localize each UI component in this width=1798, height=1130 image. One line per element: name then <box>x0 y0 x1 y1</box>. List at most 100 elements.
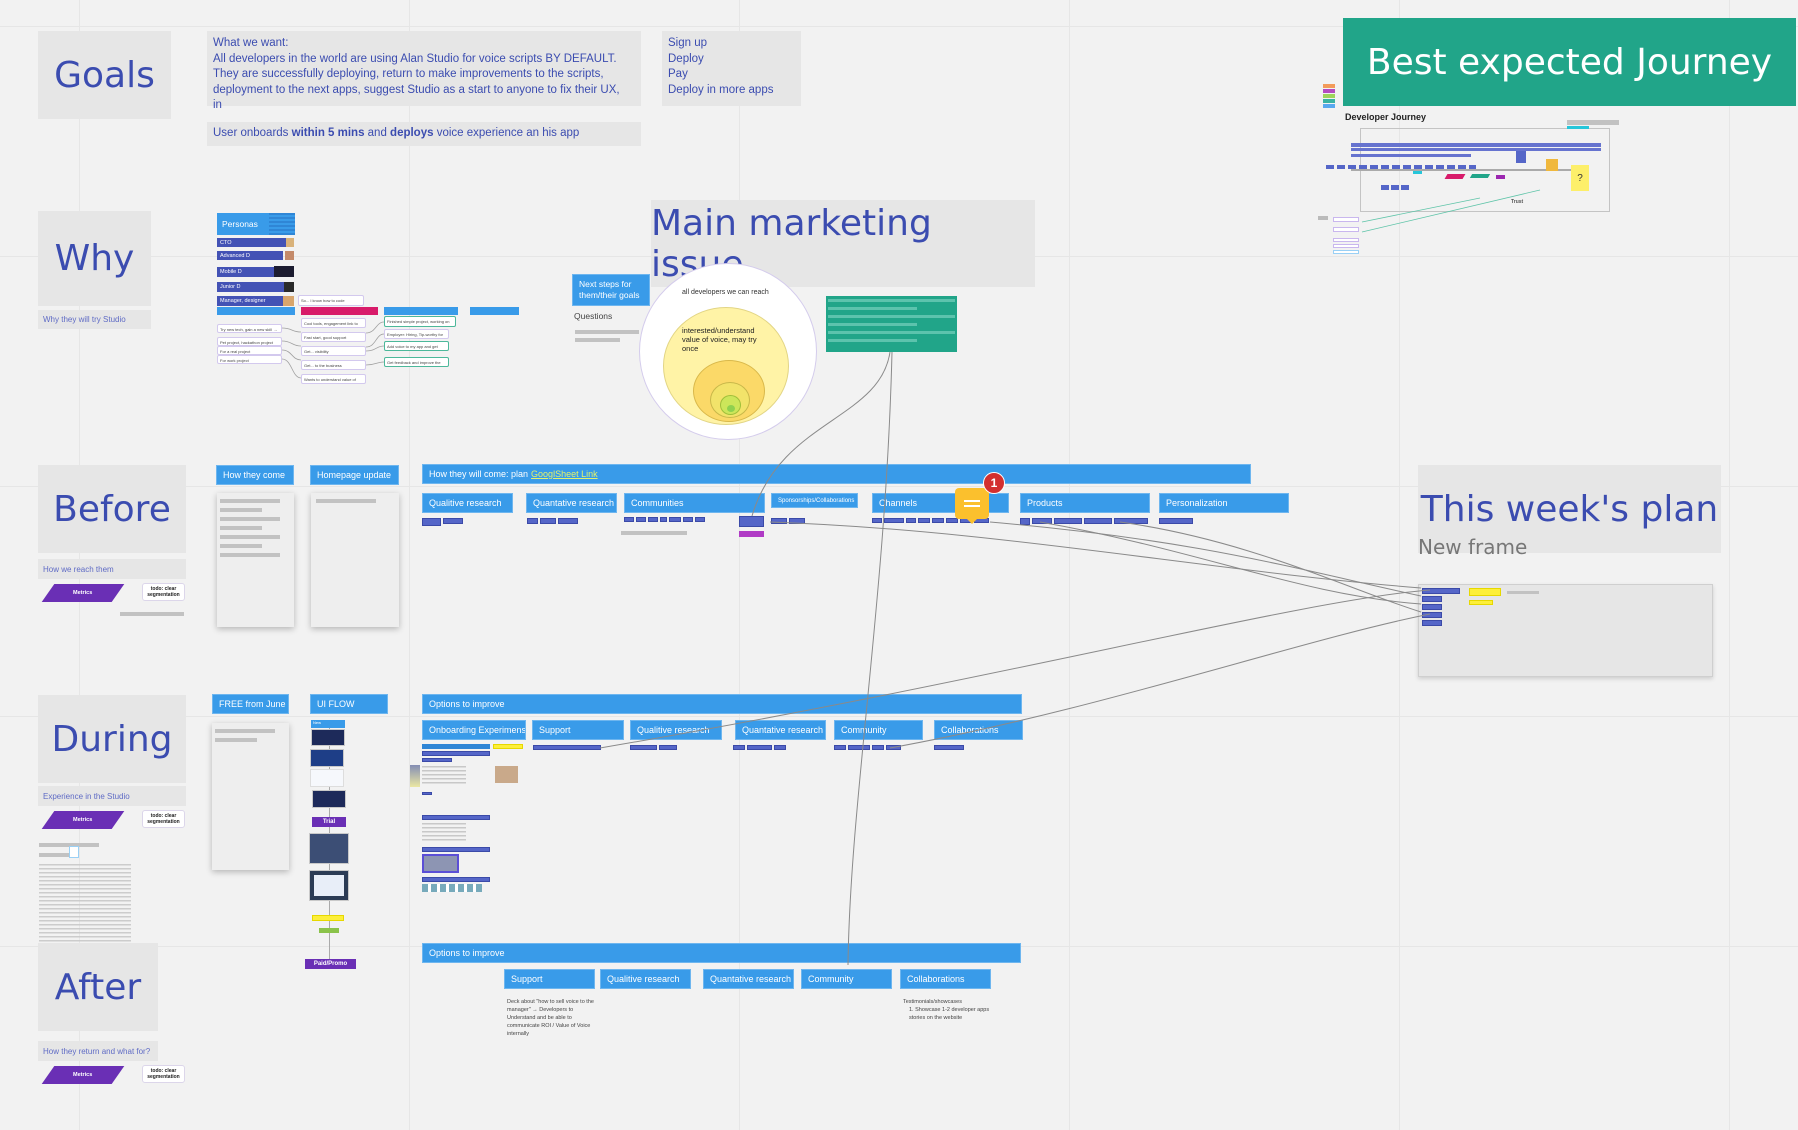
onboarding-yellow-note <box>493 744 523 749</box>
during-category[interactable]: Qualitive research <box>630 720 722 740</box>
before-category[interactable]: Products <box>1020 493 1150 513</box>
personas-header[interactable]: Personas <box>217 213 295 235</box>
during-category[interactable]: Quantative research <box>735 720 826 740</box>
before-todo-bubble[interactable]: todo: clear segmentation <box>142 583 185 601</box>
why-outcome[interactable]: Add voice to my app and get value <box>384 341 449 351</box>
before-metrics-badge[interactable]: Metrics <box>41 584 125 602</box>
why-motivation[interactable]: For a real project <box>217 346 282 355</box>
how-they-come-card[interactable]: How they come <box>216 465 294 485</box>
persona-item[interactable]: Junior D <box>217 282 284 292</box>
comment-icon[interactable] <box>955 488 989 524</box>
plan-header[interactable]: How they will come: plan GooglSheet Link <box>422 464 1251 484</box>
what-we-want-note[interactable]: What we want: All developers in the worl… <box>207 31 641 111</box>
minimap-title[interactable]: Developer Journey <box>1345 112 1426 122</box>
why-motivation[interactable]: Pet project, hackathon project <box>217 337 282 346</box>
minimap-side-boxes <box>1333 217 1359 254</box>
note-line: What we want: <box>213 37 289 49</box>
marketing-teal-note[interactable] <box>826 296 957 352</box>
goal-steps-note[interactable]: Sign up Deploy Pay Deploy in more apps <box>662 31 801 106</box>
section-title-why: Why <box>38 211 151 306</box>
section-title-before: Before <box>38 465 186 553</box>
after-category[interactable]: Support <box>504 969 595 989</box>
homepage-update-card[interactable]: Homepage update <box>310 465 399 485</box>
after-category[interactable]: Collaborations <box>900 969 991 989</box>
how-they-come-doc[interactable] <box>217 493 294 627</box>
note-line: All developers in the world are using Al… <box>213 52 617 65</box>
after-options-header[interactable]: Options to improve <box>422 943 1021 963</box>
connector-line <box>769 521 1422 589</box>
during-todo-bubble[interactable]: todo: clear segmentation <box>142 810 185 828</box>
best-journey-banner[interactable]: Best expected Journey <box>1343 18 1796 106</box>
minimap-question-sticky: ? <box>1571 165 1589 191</box>
ui-flow-screenshot[interactable] <box>310 749 344 767</box>
why-subtitle: Why they will try Studio <box>38 310 151 329</box>
persona-item[interactable]: Advanced D <box>217 251 283 260</box>
why-need[interactable]: Fast start, good support <box>301 332 366 342</box>
ui-flow-card[interactable]: UI FLOW <box>310 694 388 714</box>
after-category[interactable]: Quantative research <box>703 969 794 989</box>
after-todo-bubble[interactable]: todo: clear segmentation <box>142 1065 185 1083</box>
during-chip-row <box>834 745 901 750</box>
ui-flow-screenshot[interactable] <box>310 769 344 787</box>
ui-flow-screenshot[interactable] <box>312 790 346 808</box>
why-outcome[interactable]: Get feedback and improve the voice in my… <box>384 357 449 367</box>
during-category[interactable]: Community <box>834 720 923 740</box>
why-motivation[interactable]: Try new tech, gain a new skill → CV <box>217 324 282 333</box>
persona-link <box>365 333 385 348</box>
connector-line <box>1039 521 1422 605</box>
persona-item[interactable]: Mobile D <box>217 267 274 277</box>
ui-flow-trial[interactable]: Trial <box>312 817 346 827</box>
ui-flow-green-note <box>319 928 339 933</box>
persona-item[interactable]: Manager, designer <box>217 296 283 306</box>
free-from-june-card[interactable]: FREE from June 1 <box>212 694 289 714</box>
persona-note[interactable]: So... I know how to code <box>298 295 364 306</box>
after-support-note[interactable]: Deck about "how to sell voice to the man… <box>507 998 595 1038</box>
next-steps-card[interactable]: Next steps for them/their goals <box>572 274 650 306</box>
persona-link <box>365 345 385 352</box>
after-subtitle: How they return and what for? <box>38 1041 158 1061</box>
during-category[interactable]: Support <box>532 720 624 740</box>
before-category[interactable]: Personalization <box>1159 493 1289 513</box>
before-category[interactable]: Qualitive research <box>422 493 513 513</box>
developer-journey-minimap[interactable]: ? Trust <box>1326 128 1610 212</box>
onboard-note[interactable]: User onboards within 5 mins and deploys … <box>207 122 641 146</box>
during-category[interactable]: Onboarding Experimens <box>422 720 526 740</box>
persona-avatar <box>285 251 294 260</box>
during-metrics-badge[interactable]: Metrics <box>41 811 125 829</box>
ui-flow-screenshot[interactable] <box>311 729 345 746</box>
before-category[interactable]: Quantative research <box>526 493 617 513</box>
homepage-update-doc[interactable] <box>311 493 399 627</box>
why-need[interactable]: Wants to understand value of voice for b… <box>301 374 366 384</box>
before-chip-row <box>771 518 805 524</box>
after-metrics-badge[interactable]: Metrics <box>41 1066 125 1084</box>
persona-item[interactable]: CTO <box>217 238 286 247</box>
before-chip-row <box>527 518 578 524</box>
why-need[interactable]: Get... to the business <box>301 360 366 370</box>
ui-flow-paid[interactable]: Paid/Promo <box>305 959 356 969</box>
why-motivation[interactable]: For work project <box>217 355 282 364</box>
plan-header-text: How they will come: plan <box>429 469 529 479</box>
before-category[interactable]: Sponsorships/Collaborations <box>771 493 858 508</box>
after-category[interactable]: Community <box>801 969 892 989</box>
onboard-text: voice experience an his app <box>433 127 580 139</box>
why-outcome[interactable]: Finished simple project, working on more… <box>384 316 456 327</box>
googlesheet-link[interactable]: GooglSheet Link <box>531 469 598 479</box>
ui-flow-screenshot[interactable] <box>309 870 349 901</box>
why-col-header-2 <box>301 307 378 315</box>
why-outcome[interactable]: Employer: Hiring, Tip-worthy for you <box>384 329 449 339</box>
during-category[interactable]: Collaborations <box>934 720 1023 740</box>
onboard-bold-deploys: deploys <box>390 127 434 139</box>
why-need[interactable]: Cool tools, engagement link to proof <box>301 318 366 328</box>
free-from-june-doc[interactable] <box>212 723 289 870</box>
before-category[interactable]: Communities <box>624 493 765 513</box>
note-line: They are successfully deploying, return … <box>213 68 604 80</box>
note-line: deployment to the next apps, suggest Stu… <box>213 83 620 96</box>
audience-circle-diagram[interactable]: all developers we can reach interested/u… <box>639 263 817 440</box>
why-need[interactable]: Get... visibility <box>301 346 366 356</box>
during-options-header[interactable]: Options to improve <box>422 694 1022 714</box>
minimap-trust-label: Trust <box>1511 199 1524 205</box>
new-frame[interactable] <box>1418 584 1713 677</box>
after-category[interactable]: Qualitive research <box>600 969 691 989</box>
after-collab-note[interactable]: Testimonials/showcases 1. Showcase 1-2 d… <box>903 998 1003 1022</box>
ui-flow-screenshot[interactable] <box>309 833 349 864</box>
